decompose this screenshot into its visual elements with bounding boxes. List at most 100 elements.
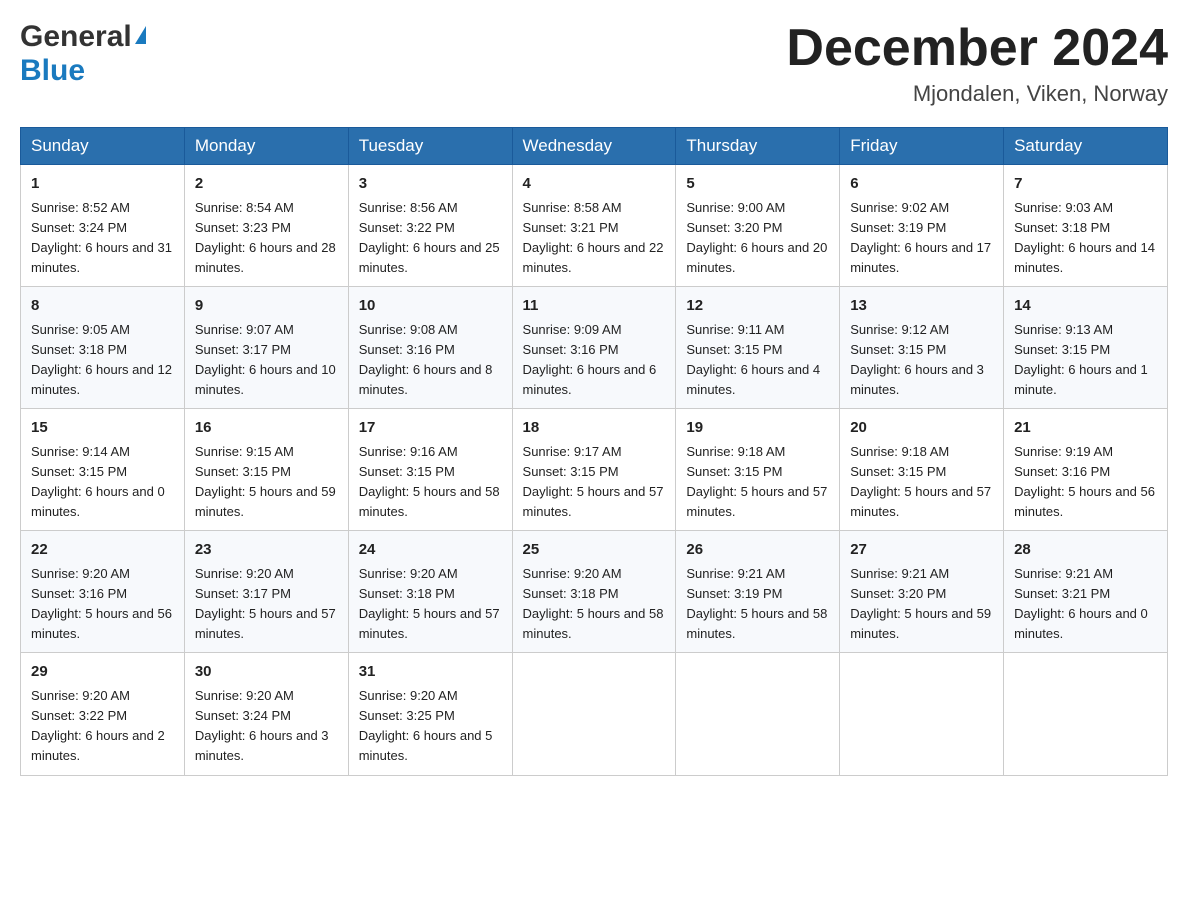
day-info: Sunrise: 9:12 AMSunset: 3:15 PMDaylight:…	[850, 320, 993, 401]
calendar-cell	[840, 653, 1004, 775]
day-number: 25	[523, 539, 666, 562]
day-number: 6	[850, 173, 993, 196]
calendar-week-row: 1Sunrise: 8:52 AMSunset: 3:24 PMDaylight…	[21, 165, 1168, 287]
day-number: 5	[686, 173, 829, 196]
header-wednesday: Wednesday	[512, 128, 676, 165]
day-info: Sunrise: 9:17 AMSunset: 3:15 PMDaylight:…	[523, 442, 666, 523]
day-info: Sunrise: 9:20 AMSunset: 3:22 PMDaylight:…	[31, 686, 174, 767]
calendar-cell: 26Sunrise: 9:21 AMSunset: 3:19 PMDayligh…	[676, 531, 840, 653]
calendar-week-row: 29Sunrise: 9:20 AMSunset: 3:22 PMDayligh…	[21, 653, 1168, 775]
calendar-cell: 16Sunrise: 9:15 AMSunset: 3:15 PMDayligh…	[184, 409, 348, 531]
day-info: Sunrise: 9:21 AMSunset: 3:19 PMDaylight:…	[686, 564, 829, 645]
day-info: Sunrise: 9:03 AMSunset: 3:18 PMDaylight:…	[1014, 198, 1157, 279]
day-info: Sunrise: 9:18 AMSunset: 3:15 PMDaylight:…	[850, 442, 993, 523]
day-number: 7	[1014, 173, 1157, 196]
day-info: Sunrise: 9:20 AMSunset: 3:18 PMDaylight:…	[359, 564, 502, 645]
calendar-cell: 12Sunrise: 9:11 AMSunset: 3:15 PMDayligh…	[676, 287, 840, 409]
calendar-cell: 20Sunrise: 9:18 AMSunset: 3:15 PMDayligh…	[840, 409, 1004, 531]
header-monday: Monday	[184, 128, 348, 165]
day-info: Sunrise: 9:07 AMSunset: 3:17 PMDaylight:…	[195, 320, 338, 401]
logo-blue-text: Blue	[20, 54, 85, 87]
calendar-week-row: 15Sunrise: 9:14 AMSunset: 3:15 PMDayligh…	[21, 409, 1168, 531]
day-info: Sunrise: 8:54 AMSunset: 3:23 PMDaylight:…	[195, 198, 338, 279]
day-number: 3	[359, 173, 502, 196]
day-info: Sunrise: 8:58 AMSunset: 3:21 PMDaylight:…	[523, 198, 666, 279]
day-number: 24	[359, 539, 502, 562]
calendar-week-row: 22Sunrise: 9:20 AMSunset: 3:16 PMDayligh…	[21, 531, 1168, 653]
day-number: 26	[686, 539, 829, 562]
day-info: Sunrise: 9:15 AMSunset: 3:15 PMDaylight:…	[195, 442, 338, 523]
day-info: Sunrise: 9:20 AMSunset: 3:17 PMDaylight:…	[195, 564, 338, 645]
day-number: 28	[1014, 539, 1157, 562]
header-tuesday: Tuesday	[348, 128, 512, 165]
calendar-cell: 14Sunrise: 9:13 AMSunset: 3:15 PMDayligh…	[1004, 287, 1168, 409]
calendar-cell: 15Sunrise: 9:14 AMSunset: 3:15 PMDayligh…	[21, 409, 185, 531]
calendar-cell: 22Sunrise: 9:20 AMSunset: 3:16 PMDayligh…	[21, 531, 185, 653]
title-section: December 2024 Mjondalen, Viken, Norway	[786, 20, 1168, 107]
day-info: Sunrise: 8:52 AMSunset: 3:24 PMDaylight:…	[31, 198, 174, 279]
calendar-cell: 10Sunrise: 9:08 AMSunset: 3:16 PMDayligh…	[348, 287, 512, 409]
header-sunday: Sunday	[21, 128, 185, 165]
calendar-cell: 24Sunrise: 9:20 AMSunset: 3:18 PMDayligh…	[348, 531, 512, 653]
day-number: 16	[195, 417, 338, 440]
calendar-cell	[1004, 653, 1168, 775]
day-info: Sunrise: 9:08 AMSunset: 3:16 PMDaylight:…	[359, 320, 502, 401]
day-info: Sunrise: 9:14 AMSunset: 3:15 PMDaylight:…	[31, 442, 174, 523]
day-info: Sunrise: 9:18 AMSunset: 3:15 PMDaylight:…	[686, 442, 829, 523]
calendar-cell: 11Sunrise: 9:09 AMSunset: 3:16 PMDayligh…	[512, 287, 676, 409]
calendar-cell: 18Sunrise: 9:17 AMSunset: 3:15 PMDayligh…	[512, 409, 676, 531]
calendar-cell: 30Sunrise: 9:20 AMSunset: 3:24 PMDayligh…	[184, 653, 348, 775]
day-info: Sunrise: 9:05 AMSunset: 3:18 PMDaylight:…	[31, 320, 174, 401]
calendar-cell: 3Sunrise: 8:56 AMSunset: 3:22 PMDaylight…	[348, 165, 512, 287]
calendar-cell: 1Sunrise: 8:52 AMSunset: 3:24 PMDaylight…	[21, 165, 185, 287]
day-info: Sunrise: 9:00 AMSunset: 3:20 PMDaylight:…	[686, 198, 829, 279]
day-number: 21	[1014, 417, 1157, 440]
calendar-cell: 5Sunrise: 9:00 AMSunset: 3:20 PMDaylight…	[676, 165, 840, 287]
day-number: 15	[31, 417, 174, 440]
day-info: Sunrise: 9:16 AMSunset: 3:15 PMDaylight:…	[359, 442, 502, 523]
day-number: 17	[359, 417, 502, 440]
day-number: 20	[850, 417, 993, 440]
day-number: 19	[686, 417, 829, 440]
day-number: 30	[195, 661, 338, 684]
calendar-cell: 28Sunrise: 9:21 AMSunset: 3:21 PMDayligh…	[1004, 531, 1168, 653]
day-info: Sunrise: 9:19 AMSunset: 3:16 PMDaylight:…	[1014, 442, 1157, 523]
calendar-table: Sunday Monday Tuesday Wednesday Thursday…	[20, 127, 1168, 775]
day-number: 27	[850, 539, 993, 562]
calendar-cell: 25Sunrise: 9:20 AMSunset: 3:18 PMDayligh…	[512, 531, 676, 653]
day-number: 1	[31, 173, 174, 196]
logo-general-text: General	[20, 20, 132, 54]
page-header: General Blue December 2024 Mjondalen, Vi…	[20, 20, 1168, 107]
day-info: Sunrise: 9:21 AMSunset: 3:20 PMDaylight:…	[850, 564, 993, 645]
calendar-cell	[676, 653, 840, 775]
calendar-cell: 21Sunrise: 9:19 AMSunset: 3:16 PMDayligh…	[1004, 409, 1168, 531]
day-number: 14	[1014, 295, 1157, 318]
day-number: 31	[359, 661, 502, 684]
calendar-cell: 19Sunrise: 9:18 AMSunset: 3:15 PMDayligh…	[676, 409, 840, 531]
calendar-cell: 9Sunrise: 9:07 AMSunset: 3:17 PMDaylight…	[184, 287, 348, 409]
day-number: 23	[195, 539, 338, 562]
calendar-cell: 27Sunrise: 9:21 AMSunset: 3:20 PMDayligh…	[840, 531, 1004, 653]
calendar-cell: 7Sunrise: 9:03 AMSunset: 3:18 PMDaylight…	[1004, 165, 1168, 287]
calendar-cell: 13Sunrise: 9:12 AMSunset: 3:15 PMDayligh…	[840, 287, 1004, 409]
day-info: Sunrise: 9:02 AMSunset: 3:19 PMDaylight:…	[850, 198, 993, 279]
day-info: Sunrise: 9:20 AMSunset: 3:18 PMDaylight:…	[523, 564, 666, 645]
day-info: Sunrise: 9:20 AMSunset: 3:24 PMDaylight:…	[195, 686, 338, 767]
day-number: 18	[523, 417, 666, 440]
day-number: 8	[31, 295, 174, 318]
day-number: 9	[195, 295, 338, 318]
calendar-cell: 31Sunrise: 9:20 AMSunset: 3:25 PMDayligh…	[348, 653, 512, 775]
logo-arrow-icon	[135, 26, 146, 44]
month-title: December 2024	[786, 20, 1168, 77]
header-saturday: Saturday	[1004, 128, 1168, 165]
calendar-cell: 17Sunrise: 9:16 AMSunset: 3:15 PMDayligh…	[348, 409, 512, 531]
calendar-cell: 23Sunrise: 9:20 AMSunset: 3:17 PMDayligh…	[184, 531, 348, 653]
day-info: Sunrise: 8:56 AMSunset: 3:22 PMDaylight:…	[359, 198, 502, 279]
day-info: Sunrise: 9:20 AMSunset: 3:25 PMDaylight:…	[359, 686, 502, 767]
calendar-cell: 29Sunrise: 9:20 AMSunset: 3:22 PMDayligh…	[21, 653, 185, 775]
day-number: 13	[850, 295, 993, 318]
day-info: Sunrise: 9:11 AMSunset: 3:15 PMDaylight:…	[686, 320, 829, 401]
logo: General Blue	[20, 20, 146, 88]
calendar-cell: 8Sunrise: 9:05 AMSunset: 3:18 PMDaylight…	[21, 287, 185, 409]
location-text: Mjondalen, Viken, Norway	[786, 81, 1168, 107]
